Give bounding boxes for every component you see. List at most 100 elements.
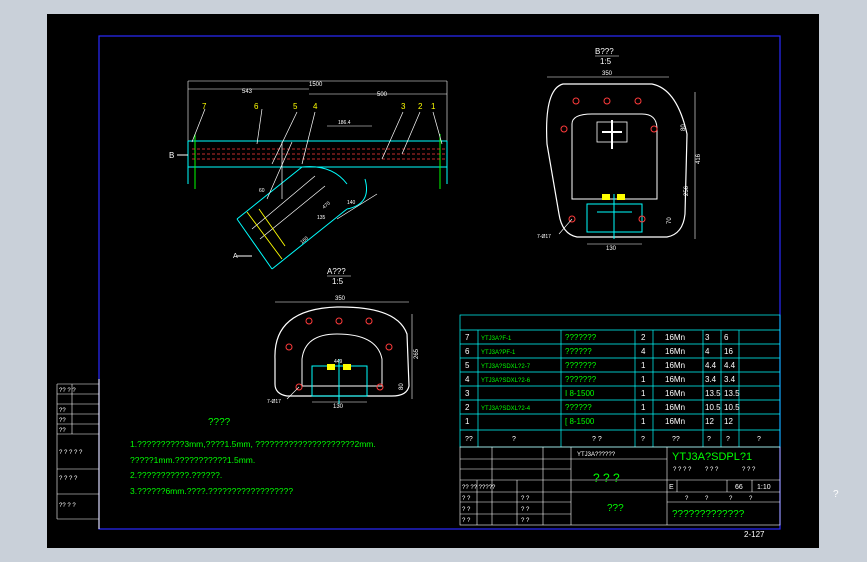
notes-title: ???? — [208, 417, 231, 428]
callout-2: 2 — [418, 102, 423, 111]
bom-cell-mat: 16Mn — [665, 417, 685, 426]
svg-text:?: ? — [512, 436, 516, 443]
bom-cell-code: YTJ3A?F-1 — [481, 336, 512, 342]
tb-company: ??? — [607, 503, 624, 514]
bom-cell-no: 6 — [465, 347, 470, 356]
tb-sheet-2: ? — [705, 496, 709, 502]
bom-cell-no: 4 — [465, 375, 470, 384]
svg-text:? ?: ? ? — [592, 436, 602, 443]
tb-row-2: ? ? — [462, 496, 471, 502]
view-b-scale: 1:5 — [600, 57, 612, 66]
bom-cell-name: ??????? — [565, 361, 597, 370]
bom-cell-w2: 12 — [724, 417, 733, 426]
callout-3: 3 — [401, 102, 406, 111]
note-line-3: 2.???????????.??????. — [130, 470, 222, 480]
a-dim-350: 350 — [335, 296, 346, 302]
tb-small-1: ? ? — [521, 496, 530, 502]
bom-cell-mat: 16Mn — [665, 347, 685, 356]
dim-470: 470 — [321, 200, 331, 210]
dim-160: 160 — [299, 235, 309, 245]
bom-cell-qty: 1 — [641, 389, 646, 398]
view-b-title: B??? — [595, 47, 614, 56]
bom-cell-no: 5 — [465, 361, 470, 370]
a-dim-265: 265 — [414, 348, 420, 359]
tb-header-1: ? ? ? ? — [673, 467, 692, 473]
bom-header: ?? ? ? ? ? ?? ? ? ? — [465, 436, 761, 443]
view-b: B??? 1:5 350 80 416 256 70 130 7-Ø17 — [537, 47, 702, 252]
bom-cell-no: 7 — [465, 333, 470, 342]
drawing-canvas[interactable]: 1500 543 500 186.4 470 135 160 140 60 7 … — [47, 14, 819, 548]
svg-text:?: ? — [707, 436, 711, 443]
bom-cell-code: YTJ3A?SDXL?2-7 — [481, 364, 531, 370]
tb-scale: 1:10 — [757, 484, 771, 491]
strip-7: ?? ? ? — [59, 503, 76, 509]
tb-drawing-no: YTJ3A?SDPL?1 — [672, 451, 752, 463]
svg-text:??: ?? — [465, 436, 473, 443]
bom-cell-w2: 16 — [724, 347, 733, 356]
bom-cell-name: ?????? — [565, 347, 592, 356]
bom-cell-w2: 10.5 — [724, 403, 740, 412]
bom-cell-w1: 4 — [705, 347, 710, 356]
view-a: A??? 1:5 350 265 80 449 130 7-Ø17 — [267, 267, 420, 410]
bom-cell-qty: 1 — [641, 417, 646, 426]
callout-1: 1 — [431, 102, 436, 111]
bom-cell-no: 1 — [465, 417, 470, 426]
tb-row-1: ?? ?? ????? — [462, 485, 496, 491]
bom-cell-name: I 8-1500 — [565, 389, 595, 398]
bom-cell-w2: 3.4 — [724, 375, 736, 384]
svg-text:?: ? — [641, 436, 645, 443]
marker-b: B — [169, 151, 174, 160]
bom-cell-w1: 13.5 — [705, 389, 721, 398]
cad-drawing: 1500 543 500 186.4 470 135 160 140 60 7 … — [56, 35, 781, 539]
bom-cell-qty: 1 — [641, 361, 646, 370]
tb-row-4: ? ? — [462, 518, 471, 524]
bom-cell-code: YTJ3A?SDXL?2-4 — [481, 406, 531, 412]
a-dim-80: 80 — [399, 383, 405, 390]
bom-cell-w1: 10.5 — [705, 403, 721, 412]
bom-cell-qty: 4 — [641, 347, 646, 356]
dim-186: 186.4 — [338, 120, 351, 126]
svg-text:?: ? — [726, 436, 730, 443]
b-dim-130: 130 — [606, 246, 617, 252]
dim-140: 140 — [347, 200, 356, 206]
bom-cell-w2: 13.5 — [724, 389, 740, 398]
svg-text:?: ? — [757, 436, 761, 443]
strip-3: ?? — [59, 418, 66, 424]
dim-135: 135 — [317, 215, 326, 221]
note-line-2: ?????1mm.???????????1.5mm. — [130, 455, 255, 465]
tb-header-3: ? ? ? — [742, 467, 756, 473]
bom-cell-mat: 16Mn — [665, 333, 685, 342]
bom-cell-mat: 16Mn — [665, 361, 685, 370]
bom-cell-mat: 16Mn — [665, 375, 685, 384]
callout-7: 7 — [202, 102, 207, 111]
marker-a: A — [233, 253, 238, 260]
bom-cell-w1: 12 — [705, 417, 714, 426]
bom-cell-code: YTJ3A?PF-1 — [481, 350, 516, 356]
tb-stage: E — [669, 484, 674, 491]
dim-543: 543 — [242, 89, 253, 95]
note-line-1: 1.??????????3mm,????1.5mm, ?????????????… — [130, 439, 376, 449]
tb-row-3: ? ? — [462, 507, 471, 513]
bom-cell-code: YTJ3A?SDXL?2-6 — [481, 378, 531, 384]
b-holes: 7-Ø17 — [537, 234, 551, 240]
a-holes: 7-Ø17 — [267, 399, 281, 405]
bom-cell-w2: 4.4 — [724, 361, 736, 370]
b-dim-80: 80 — [681, 124, 687, 131]
bom-cell-name: ?????? — [565, 403, 592, 412]
technical-notes: ???? 1.??????????3mm,????1.5mm, ????????… — [130, 417, 376, 496]
bom-cell-name: [ 8-1500 — [565, 417, 595, 426]
tb-top-label: YTJ3A?????? — [577, 452, 616, 458]
bom-cell-name: ??????? — [565, 375, 597, 384]
tb-sheet-3: ? — [729, 496, 733, 502]
tb-weight: 66 — [735, 484, 743, 491]
tb-small-2: ? ? — [521, 507, 530, 513]
sheet-number: 2-127 — [744, 530, 765, 539]
dim-500: 500 — [377, 92, 388, 98]
bom-cell-name: ??????? — [565, 333, 597, 342]
strip-6: ? ? ? ? — [59, 476, 78, 482]
a-dim-449: 449 — [334, 359, 343, 365]
strip-2: ?? — [59, 408, 66, 414]
b-dim-416: 416 — [696, 153, 702, 164]
tb-center-title: ? ? ? — [593, 471, 620, 485]
bom-cell-w1: 3.4 — [705, 375, 717, 384]
